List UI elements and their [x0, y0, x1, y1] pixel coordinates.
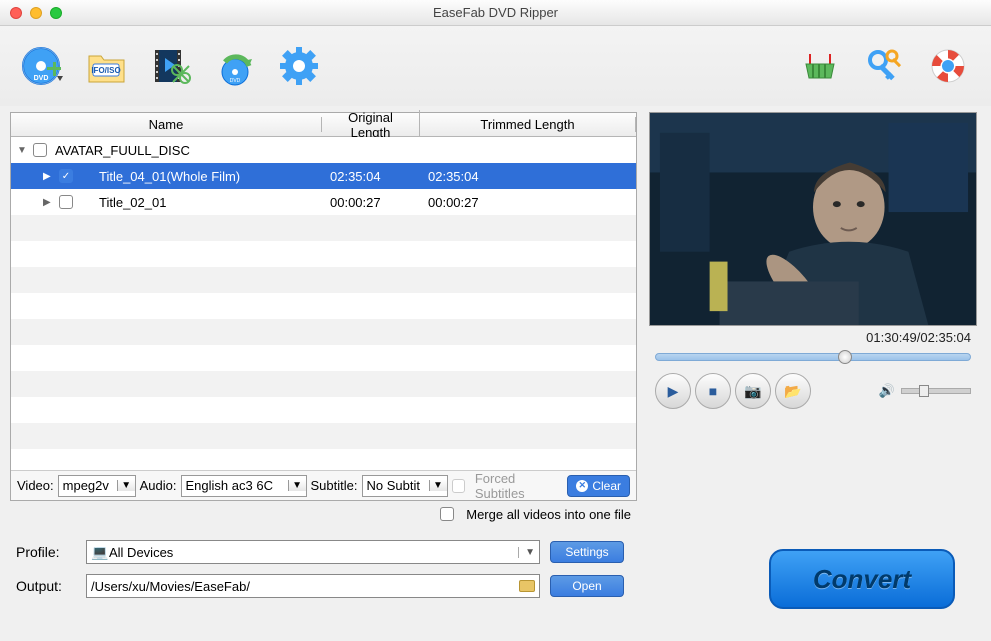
profile-label: Profile: — [16, 544, 76, 560]
play-icon: ▶ — [668, 383, 679, 400]
audio-select[interactable]: ▼ — [181, 475, 307, 497]
title-original: 02:35:04 — [322, 169, 420, 184]
refresh-disc-button[interactable]: DVD — [210, 41, 260, 91]
folder-icon: 📂 — [784, 383, 801, 400]
profile-settings-button[interactable]: Settings — [550, 541, 624, 563]
chevron-down-icon[interactable]: ▼ — [518, 547, 535, 558]
playback-time: 01:30:49/02:35:04 — [645, 326, 981, 345]
snapshot-button[interactable]: 📷 — [735, 373, 771, 409]
merge-label: Merge all videos into one file — [466, 507, 631, 522]
volume-slider[interactable] — [901, 388, 971, 394]
open-folder-button[interactable]: 📂 — [775, 373, 811, 409]
clear-button[interactable]: ✕ Clear — [567, 475, 630, 497]
seek-bar[interactable] — [645, 345, 981, 369]
profile-select[interactable]: 💻 All Devices ▼ — [86, 540, 540, 564]
convert-button[interactable]: Convert — [769, 549, 955, 609]
svg-text:IFO/ISO: IFO/ISO — [91, 66, 120, 75]
seek-thumb[interactable] — [838, 350, 852, 364]
window-close-button[interactable] — [10, 7, 22, 19]
camera-icon: 📷 — [744, 383, 761, 400]
stream-controls: Video: ▼ Audio: ▼ Subtitle: ▼ Forced Sub… — [11, 470, 636, 500]
load-dvd-button[interactable]: DVD — [18, 41, 68, 91]
open-output-button[interactable]: Open — [550, 575, 624, 597]
disc-row[interactable]: ▼ AVATAR_FUULL_DISC — [11, 137, 636, 163]
title-trimmed: 00:00:27 — [420, 195, 636, 210]
window-minimize-button[interactable] — [30, 7, 42, 19]
column-original-length[interactable]: Original Length — [322, 110, 420, 140]
column-trimmed-length[interactable]: Trimmed Length — [420, 117, 636, 132]
preview-image — [649, 112, 977, 326]
forced-subtitles-label: Forced Subtitles — [475, 471, 564, 501]
help-button[interactable] — [923, 41, 973, 91]
svg-text:DVD: DVD — [34, 75, 49, 82]
play-button[interactable]: ▶ — [655, 373, 691, 409]
preview-panel: 01:30:49/02:35:04 ▶ ■ 📷 📂 🔊 — [645, 112, 981, 501]
stop-button[interactable]: ■ — [695, 373, 731, 409]
audio-label: Audio: — [140, 478, 177, 493]
title-checkbox[interactable]: ✓ — [59, 169, 73, 183]
output-label: Output: — [16, 578, 76, 594]
titlebar: EaseFab DVD Ripper — [0, 0, 991, 26]
title-name: Title_02_01 — [97, 195, 322, 210]
title-trimmed: 02:35:04 — [420, 169, 636, 184]
expand-icon[interactable]: ▶ — [43, 171, 55, 182]
window-title: EaseFab DVD Ripper — [433, 5, 558, 20]
output-value: /Users/xu/Movies/EaseFab/ — [91, 579, 519, 594]
devices-icon: 💻 — [91, 544, 109, 561]
chevron-down-icon[interactable]: ▼ — [117, 480, 135, 491]
title-list-panel: Name Original Length Trimmed Length ▼ AV… — [10, 112, 637, 501]
register-key-button[interactable] — [859, 41, 909, 91]
forced-subtitles-checkbox[interactable] — [452, 479, 465, 493]
table-header: Name Original Length Trimmed Length — [11, 113, 636, 137]
title-name: Title_04_01(Whole Film) — [97, 169, 322, 184]
output-path-field[interactable]: /Users/xu/Movies/EaseFab/ — [86, 574, 540, 598]
clear-x-icon: ✕ — [576, 480, 588, 492]
expand-icon[interactable]: ▶ — [43, 197, 55, 208]
subtitle-select[interactable]: ▼ — [362, 475, 448, 497]
chevron-down-icon[interactable]: ▼ — [429, 480, 447, 491]
disc-checkbox[interactable] — [33, 143, 47, 157]
purchase-button[interactable] — [795, 41, 845, 91]
merge-checkbox[interactable] — [440, 507, 454, 521]
chevron-down-icon[interactable]: ▼ — [288, 480, 306, 491]
browse-folder-icon[interactable] — [519, 580, 535, 592]
table-body: ▼ AVATAR_FUULL_DISC ▶ ✓ Title_04_01(Whol… — [11, 137, 636, 470]
title-original: 00:00:27 — [322, 195, 420, 210]
stop-icon: ■ — [709, 383, 717, 399]
volume-icon[interactable]: 🔊 — [879, 383, 895, 399]
load-iso-button[interactable]: IFO/ISO — [82, 41, 132, 91]
settings-gear-button[interactable] — [274, 41, 324, 91]
subtitle-input[interactable] — [363, 478, 429, 493]
disc-name: AVATAR_FUULL_DISC — [53, 143, 322, 158]
edit-video-button[interactable] — [146, 41, 196, 91]
subtitle-label: Subtitle: — [311, 478, 358, 493]
table-row[interactable]: ▶ Title_02_01 00:00:27 00:00:27 — [11, 189, 636, 215]
expand-icon[interactable]: ▼ — [17, 145, 29, 156]
column-name[interactable]: Name — [11, 117, 322, 132]
window-maximize-button[interactable] — [50, 7, 62, 19]
video-input[interactable] — [59, 478, 117, 493]
main-toolbar: DVD IFO/ISO DVD — [0, 26, 991, 106]
profile-value: All Devices — [109, 545, 518, 560]
audio-input[interactable] — [182, 478, 288, 493]
video-label: Video: — [17, 478, 54, 493]
title-checkbox[interactable] — [59, 195, 73, 209]
video-select[interactable]: ▼ — [58, 475, 136, 497]
table-row[interactable]: ▶ ✓ Title_04_01(Whole Film) 02:35:04 02:… — [11, 163, 636, 189]
volume-thumb[interactable] — [919, 385, 929, 397]
svg-text:DVD: DVD — [230, 78, 241, 84]
